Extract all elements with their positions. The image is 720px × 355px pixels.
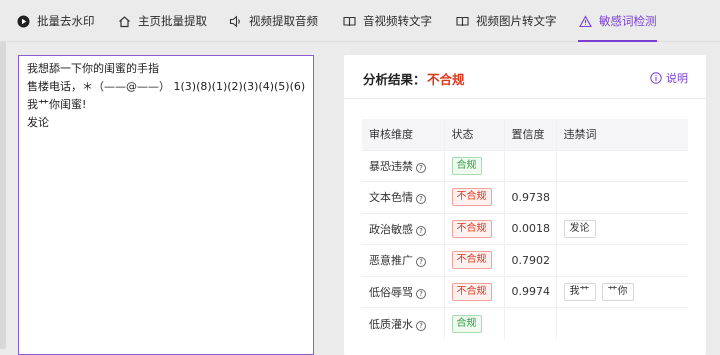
banned-word-tag: 我艹 [563,282,596,301]
help-icon[interactable]: ? [416,225,426,236]
table-row: 政治敏感? 不合规 0.0018 发论 [362,212,688,245]
result-value: 不合规 [427,72,465,87]
words-cell: 发论 [555,212,688,245]
left-edge-bar [0,42,6,349]
dimension-label: 低俗辱骂 [369,285,413,299]
tab-label: 音视频转文字 [363,14,432,28]
tab-video-extract-audio[interactable]: 视频提取音频 [228,0,318,42]
words-cell [555,181,688,213]
status-cell: 不合规 [443,275,504,308]
dimension-label: 暴恐违禁 [369,159,413,173]
confidence-cell: 0.9738 [503,181,556,213]
confidence-cell: 0.7902 [503,244,556,276]
status-badge: 不合规 [451,251,492,270]
help-icon[interactable]: ? [416,162,426,173]
table-row: 低俗辱骂? 不合规 0.9974 我艹 艹你 [362,275,688,308]
dimension-cell: 政治敏感? [362,212,444,245]
status-cell: 不合规 [443,244,504,276]
dimension-cell: 文本色情? [362,181,444,213]
column-header: 置信度 [503,119,556,150]
words-cell: 我艹 艹你 [555,275,688,308]
tab-remove-watermark[interactable]: 批量去水印 [16,0,95,42]
table-row: 暴恐违禁? 合规 [362,149,688,182]
play-circle-icon [16,14,30,28]
explain-label: 说明 [666,72,688,85]
result-label: 分析结果： [363,72,426,87]
info-icon [650,72,662,84]
help-icon[interactable]: ? [416,320,426,331]
warning-triangle-icon [578,14,592,28]
confidence-cell: 0.0018 [503,212,556,245]
dimension-cell: 低俗辱骂? [362,275,444,308]
speaker-icon [228,14,242,28]
tab-label: 批量去水印 [37,14,95,28]
top-navigation: 批量去水印 主页批量提取 视频提取音频 音视频转文字 视频图片转文字 敏感词检测 [0,0,720,42]
text-input-area[interactable]: 我想舔一下你的闺蜜的手指 售楼电话，＊（——@——） 1(3)(8)(1)(2)… [18,55,314,355]
table-row: 恶意推广? 不合规 0.7902 [362,244,688,276]
status-badge: 合规 [451,156,482,175]
tab-label: 敏感词检测 [599,14,657,28]
status-badge: 不合规 [451,188,492,207]
dimension-label: 恶意推广 [369,254,413,268]
status-cell: 合规 [443,307,504,339]
table-row: 低质灌水? 合规 [362,307,688,339]
status-cell: 合规 [443,149,504,182]
banned-word-tag: 艹你 [601,282,634,301]
words-cell [555,149,688,182]
text-line: 售楼电话，＊（——@——） 1(3)(8)(1)(2)(3)(4)(5)(6) [27,80,306,93]
tab-sensitive-word-detection[interactable]: 敏感词检测 [578,0,657,42]
status-badge: 不合规 [451,219,492,238]
tab-label: 视频提取音频 [249,14,318,28]
text-line: 我想舔一下你的闺蜜的手指 [27,62,159,75]
tab-label: 主页批量提取 [138,14,207,28]
table-row: 文本色情? 不合规 0.9738 [362,181,688,213]
status-cell: 不合规 [443,181,504,213]
help-icon[interactable]: ? [416,288,426,299]
dimension-label: 政治敏感 [369,222,413,236]
help-icon[interactable]: ? [416,257,426,268]
words-cell [555,307,688,339]
status-badge: 不合规 [451,282,492,301]
tab-video-image-to-text[interactable]: 视频图片转文字 [455,0,557,42]
words-cell [555,244,688,276]
active-tab-indicator [578,40,657,42]
table-header-row: 审核维度 状态 置信度 违禁词 [362,119,688,150]
help-icon[interactable]: ? [416,194,426,205]
book-icon [455,14,469,28]
column-header: 状态 [443,119,504,150]
tab-av-to-text[interactable]: 音视频转文字 [342,0,432,42]
audit-table: 审核维度 状态 置信度 违禁词 暴恐违禁? 合规 文本色情? 不合规 0.973… [362,119,688,339]
confidence-cell [503,149,556,182]
confidence-cell: 0.9974 [503,275,556,308]
dimension-label: 文本色情 [369,191,413,205]
dimension-cell: 低质灌水? [362,307,444,339]
confidence-cell [503,307,556,339]
book-icon [342,14,356,28]
panel-header: 分析结果： 不合规 说明 [344,55,706,99]
dimension-cell: 暴恐违禁? [362,149,444,182]
text-line: 我艹你闺蜜! [27,98,87,111]
home-icon [117,14,131,28]
text-line: 发论 [27,116,49,129]
dimension-cell: 恶意推广? [362,244,444,276]
banned-word-tag: 发论 [563,219,596,238]
status-badge: 合规 [451,314,482,333]
analysis-panel: 分析结果： 不合规 说明 审核维度 状态 置信度 违禁词 暴恐违禁? 合规 文本… [344,55,706,355]
tab-homepage-batch-extract[interactable]: 主页批量提取 [117,0,207,42]
column-header: 审核维度 [362,119,444,150]
column-header: 违禁词 [555,119,688,150]
explain-link[interactable]: 说明 [650,70,688,86]
tab-label: 视频图片转文字 [476,14,557,28]
dimension-label: 低质灌水 [369,317,413,331]
status-cell: 不合规 [443,212,504,245]
